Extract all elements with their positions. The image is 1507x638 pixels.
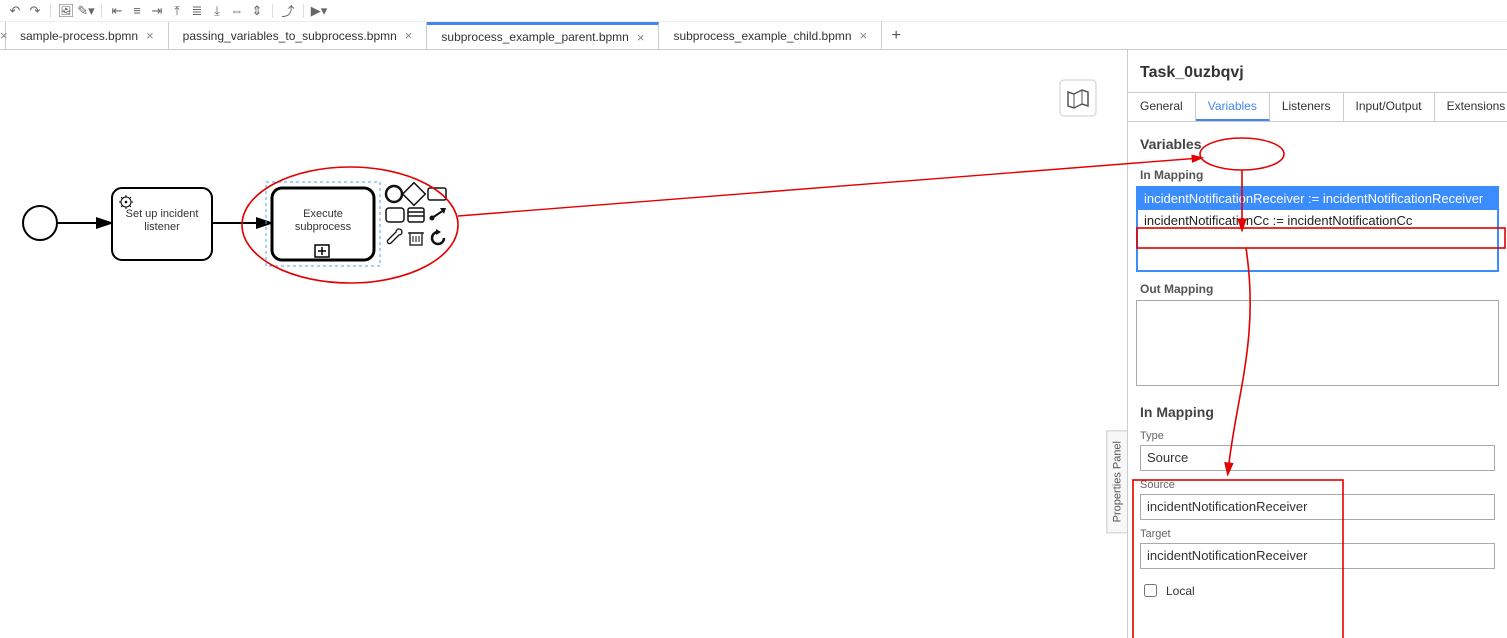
local-checkbox[interactable]	[1144, 584, 1157, 597]
list-item[interactable]: incidentNotificationCc := incidentNotifi…	[1138, 210, 1497, 232]
play-icon[interactable]: ▶▾	[310, 2, 328, 20]
task-icon[interactable]	[386, 208, 404, 222]
in-mapping-list[interactable]: incidentNotificationReceiver := incident…	[1136, 186, 1499, 272]
brush-icon[interactable]: ✎▾	[77, 2, 95, 20]
file-tab-label: passing_variables_to_subprocess.bpmn	[183, 29, 397, 43]
separator	[272, 4, 273, 18]
out-mapping-label: Out Mapping	[1140, 282, 1495, 296]
task-label: Set up incident listener	[118, 208, 206, 234]
separator	[101, 4, 102, 18]
element-id-title: Task_0uzbqvj	[1140, 64, 1495, 82]
properties-panel: Task_0uzbqvj General Variables Listeners…	[1127, 50, 1507, 638]
annotation-icon[interactable]	[428, 188, 446, 200]
close-icon[interactable]: ×	[405, 28, 413, 43]
list-item[interactable]: incidentNotificationReceiver := incident…	[1138, 188, 1497, 210]
align-bottom-icon[interactable]: ⤓	[208, 2, 226, 20]
file-tab[interactable]: sample-process.bpmn ×	[6, 22, 169, 49]
append-icon[interactable]	[408, 208, 424, 222]
image-icon[interactable]: 🖼	[57, 2, 75, 20]
gateway-icon[interactable]	[403, 183, 426, 206]
target-label: Target	[1140, 528, 1495, 540]
type-label: Type	[1140, 430, 1495, 442]
bpmn-diagram[interactable]: Set up incident listener Execute subproc…	[0, 50, 1127, 638]
tab-variables[interactable]: Variables	[1196, 93, 1270, 121]
separator	[50, 4, 51, 18]
close-icon[interactable]: ×	[637, 30, 645, 45]
align-middle-icon[interactable]: ≣	[188, 2, 206, 20]
close-icon[interactable]: ×	[860, 28, 868, 43]
source-input[interactable]: incidentNotificationReceiver	[1140, 494, 1495, 520]
separator	[303, 4, 304, 18]
tab-extensions[interactable]: Extensions	[1435, 93, 1507, 121]
tab-input-output[interactable]: Input/Output	[1344, 93, 1435, 121]
align-center-icon[interactable]: ≡	[128, 2, 146, 20]
file-tab[interactable]: subprocess_example_parent.bpmn ×	[427, 22, 659, 49]
diagram-canvas[interactable]: Set up incident listener Execute subproc…	[0, 50, 1127, 638]
target-input[interactable]: incidentNotificationReceiver	[1140, 543, 1495, 569]
file-tab-label: subprocess_example_child.bpmn	[673, 29, 851, 43]
top-toolbar: ↶ ↷ 🖼 ✎▾ ⇤ ≡ ⇥ ⤒ ≣ ⤓ ⇔ ⇕ ⤴ ▶▾	[0, 0, 1507, 22]
context-pad	[386, 183, 446, 245]
file-tabs: × sample-process.bpmn × passing_variables…	[0, 22, 1507, 50]
local-label: Local	[1166, 584, 1195, 598]
properties-tabs: General Variables Listeners Input/Output…	[1128, 92, 1507, 122]
file-tab[interactable]: passing_variables_to_subprocess.bpmn ×	[169, 22, 428, 49]
trash-icon[interactable]	[408, 233, 424, 245]
minimap-button[interactable]	[1060, 80, 1096, 116]
file-tab-label: sample-process.bpmn	[20, 29, 138, 43]
align-top-icon[interactable]: ⤒	[168, 2, 186, 20]
start-event[interactable]	[23, 206, 57, 240]
tab-listeners[interactable]: Listeners	[1270, 93, 1344, 121]
out-mapping-list[interactable]	[1136, 300, 1499, 386]
type-select[interactable]: Source	[1140, 445, 1495, 471]
tab-general[interactable]: General	[1128, 93, 1196, 121]
close-icon[interactable]: ×	[146, 28, 154, 43]
distribute-h-icon[interactable]: ⇔	[228, 2, 246, 20]
upload-icon[interactable]: ⤴	[279, 2, 297, 20]
in-mapping-detail-title: In Mapping	[1140, 404, 1495, 420]
new-tab-button[interactable]: +	[882, 22, 910, 49]
align-right-icon[interactable]: ⇥	[148, 2, 166, 20]
align-left-icon[interactable]: ⇤	[108, 2, 126, 20]
task-label: Execute subprocess	[278, 208, 368, 234]
end-event-icon[interactable]	[386, 186, 402, 202]
wrench-icon[interactable]	[387, 229, 402, 244]
file-tab[interactable]: subprocess_example_child.bpmn ×	[659, 22, 882, 49]
variables-section-title: Variables	[1140, 136, 1495, 152]
properties-drawer-handle[interactable]: Properties Panel	[1106, 430, 1127, 533]
connect-icon[interactable]	[430, 208, 447, 221]
redo-icon[interactable]: ↷	[26, 2, 44, 20]
source-label: Source	[1140, 479, 1495, 491]
loop-icon[interactable]	[432, 229, 444, 244]
gear-icon	[119, 195, 133, 209]
distribute-v-icon[interactable]: ⇕	[248, 2, 266, 20]
undo-icon[interactable]: ↶	[6, 2, 24, 20]
in-mapping-label: In Mapping	[1140, 168, 1495, 182]
file-tab-label: subprocess_example_parent.bpmn	[441, 30, 628, 44]
